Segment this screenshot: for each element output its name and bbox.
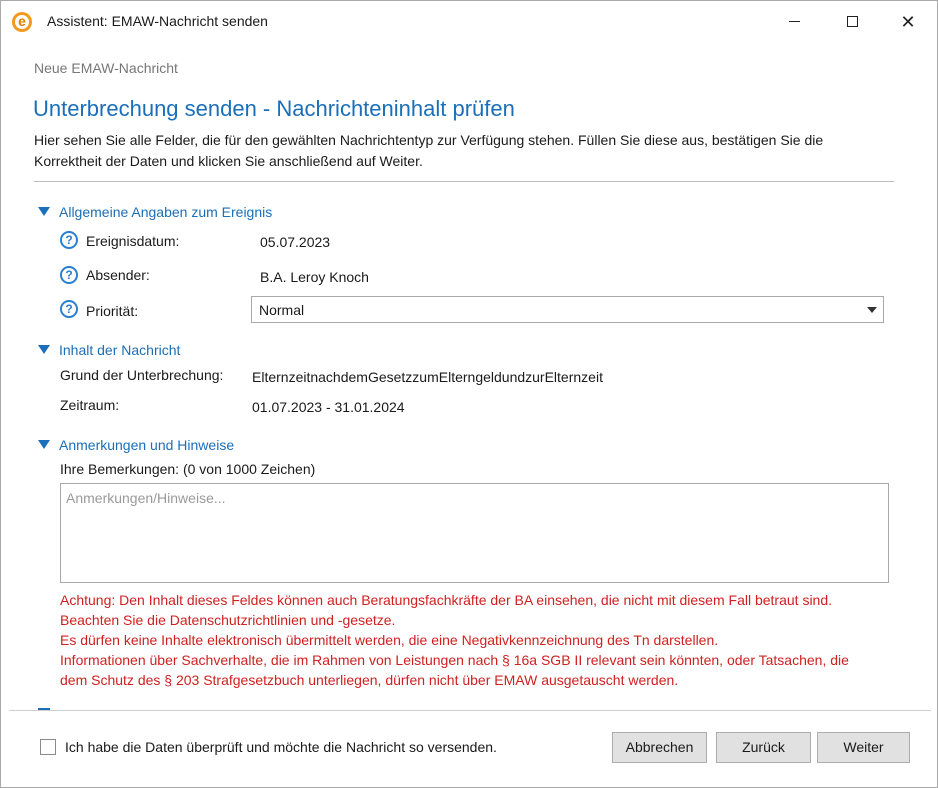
confirm-label[interactable]: Ich habe die Daten überprüft und möchte …: [65, 739, 497, 755]
priority-selected-value: Normal: [259, 302, 305, 318]
title-bar[interactable]: e Assistent: EMAW-Nachricht senden ✕: [1, 1, 937, 43]
close-icon[interactable]: ✕: [885, 1, 931, 43]
section-title-content: Inhalt der Nachricht: [59, 342, 181, 358]
reason-label: Grund der Unterbrechung:: [60, 367, 224, 383]
breadcrumb: Neue EMAW-Nachricht: [34, 60, 178, 76]
period-label: Zeitraum:: [60, 397, 120, 413]
sender-label: Absender:: [86, 267, 150, 283]
footer-divider: [9, 710, 931, 711]
help-icon[interactable]: ?: [60, 300, 78, 318]
section-toggle-content[interactable]: Inhalt der Nachricht: [38, 342, 180, 358]
next-button[interactable]: Weiter: [817, 732, 910, 763]
warning-line: Achtung: Den Inhalt dieses Feldes können…: [60, 592, 833, 608]
privacy-warning: Achtung: Den Inhalt dieses Feldes können…: [60, 590, 900, 690]
minimize-icon[interactable]: [771, 1, 817, 43]
section-toggle-general[interactable]: Allgemeine Angaben zum Ereignis: [38, 204, 272, 220]
reason-value: ElternzeitnachdemGesetzzumElterngeldundz…: [252, 369, 603, 385]
warning-line: Beachten Sie die Datenschutzrichtlinien …: [60, 612, 396, 628]
priority-dropdown[interactable]: Normal: [251, 296, 884, 323]
chevron-down-icon: [867, 307, 877, 313]
sender-value: B.A. Leroy Knoch: [260, 269, 369, 285]
help-icon[interactable]: ?: [60, 231, 78, 249]
event-date-label: Ereignisdatum:: [86, 233, 180, 249]
section-title-general: Allgemeine Angaben zum Ereignis: [59, 204, 273, 220]
window-title: Assistent: EMAW-Nachricht senden: [47, 13, 268, 29]
maximize-icon[interactable]: [829, 1, 875, 43]
page-title: Unterbrechung senden - Nachrichteninhalt…: [33, 96, 515, 121]
remarks-label: Ihre Bemerkungen: (0 von 1000 Zeichen): [60, 461, 316, 477]
warning-line: Es dürfen keine Inhalte elektronisch übe…: [60, 632, 719, 648]
wizard-window: e Assistent: EMAW-Nachricht senden ✕ Neu…: [0, 0, 938, 788]
section-title-notes: Anmerkungen und Hinweise: [59, 437, 235, 453]
remarks-textarea[interactable]: [60, 483, 889, 583]
event-date-value: 05.07.2023: [260, 234, 331, 250]
warning-line: Informationen über Sachverhalte, die im …: [60, 652, 849, 668]
confirm-checkbox[interactable]: [40, 739, 56, 755]
period-value: 01.07.2023 - 31.01.2024: [252, 399, 405, 415]
help-icon[interactable]: ?: [60, 266, 78, 284]
collapse-triangle-icon: [38, 207, 50, 216]
collapse-triangle-icon: [38, 440, 50, 449]
warning-line: dem Schutz des § 203 Strafgesetzbuch unt…: [60, 672, 679, 688]
cancel-button[interactable]: Abbrechen: [612, 732, 707, 763]
priority-label: Priorität:: [86, 303, 139, 319]
back-button[interactable]: Zurück: [716, 732, 811, 763]
header-divider: [34, 181, 894, 182]
collapse-triangle-icon: [38, 345, 50, 354]
app-logo-icon: e: [12, 12, 32, 32]
intro-text: Hier sehen Sie alle Felder, die für den …: [34, 132, 824, 169]
section-toggle-notes[interactable]: Anmerkungen und Hinweise: [38, 437, 234, 453]
